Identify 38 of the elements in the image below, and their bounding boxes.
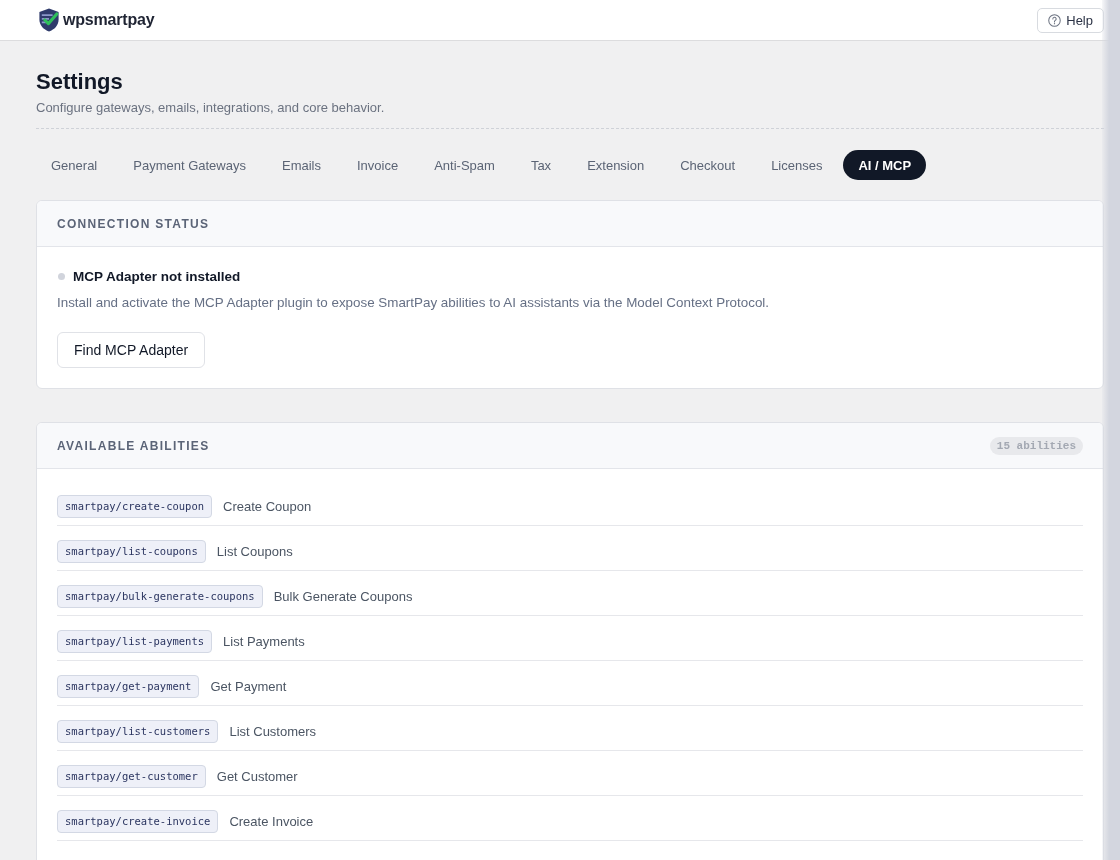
ability-label: Bulk Generate Coupons [273, 589, 413, 604]
ability-label: List Customers [229, 724, 317, 739]
ability-label: List Payments [223, 634, 305, 649]
ability-id-tag: smartpay/create-coupon [57, 495, 213, 518]
ability-label: Create Coupon [223, 499, 312, 514]
settings-tab[interactable]: Invoice [342, 150, 414, 180]
ability-label: Create Invoice [229, 814, 314, 829]
ability-label: Get Payment [210, 679, 287, 694]
settings-tab[interactable]: Anti-Spam [419, 150, 510, 180]
find-adapter-button[interactable]: Find MCP Adapter [57, 332, 206, 368]
ability-id-tag: smartpay/get-payment [57, 675, 200, 698]
shield-check-logo-icon [38, 8, 60, 32]
ability-id-tag: smartpay/list-customers [57, 720, 219, 743]
ability-label: List Coupons [216, 544, 293, 559]
settings-tab[interactable]: Checkout [665, 150, 751, 180]
settings-tab[interactable]: Emails [266, 150, 336, 180]
ability-id-tag: smartpay/list-coupons [57, 540, 206, 563]
abilities-count-badge: 15 abilities [989, 436, 1083, 455]
ability-id-tag: smartpay/bulk-generate-coupons [57, 585, 263, 608]
status-description: Install and activate the MCP Adapter plugin to expose SmartPay abilities to AI assistants via the Model Context Protocol. [57, 294, 771, 312]
ability-label: Get Customer [216, 769, 298, 784]
status-label: MCP Adapter not installed [73, 268, 241, 284]
help-icon [1048, 13, 1062, 27]
settings-tab[interactable]: AI / MCP [843, 150, 927, 180]
settings-tab[interactable]: Extension [572, 150, 660, 180]
page-subtitle: Configure gateways, emails, integrations, and core behavior. [36, 99, 386, 117]
help-button[interactable]: Help [1037, 7, 1104, 33]
card-heading: CONNECTION STATUS [57, 216, 210, 231]
settings-tab[interactable]: Licenses [756, 150, 838, 180]
ability-id-tag: smartpay/create-invoice [57, 810, 219, 833]
page-title: Settings [36, 69, 124, 95]
ability-id-tag: smartpay/list-payments [57, 630, 213, 653]
settings-tab[interactable]: General [36, 150, 113, 180]
brand-name: wpsmartpay [63, 11, 155, 29]
settings-tab[interactable]: Payment Gateways [118, 150, 261, 180]
settings-tab[interactable]: Tax [515, 150, 567, 180]
card-heading: AVAILABLE ABILITIES [57, 438, 210, 453]
ability-id-tag: smartpay/get-customer [57, 765, 206, 788]
